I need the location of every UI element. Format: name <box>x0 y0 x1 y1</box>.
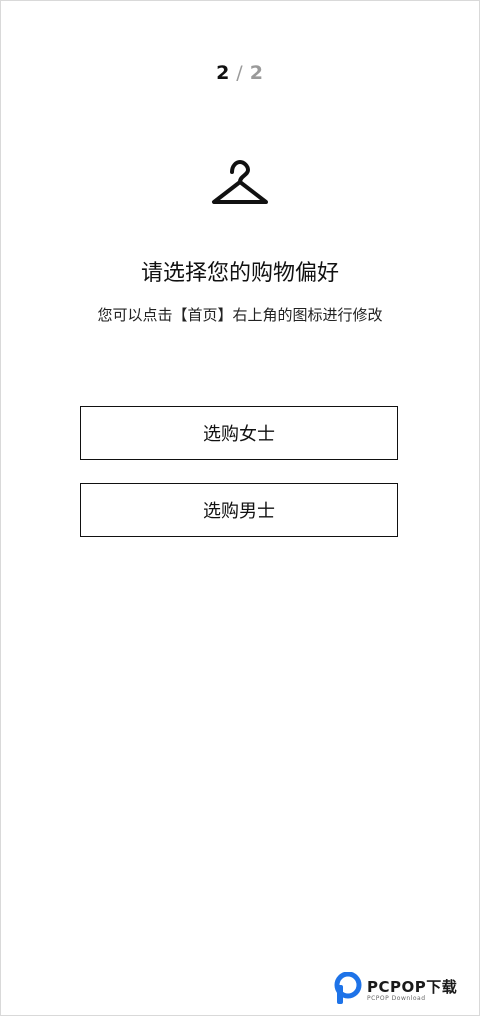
pcpop-logo-icon <box>334 972 362 1004</box>
hanger-icon <box>212 160 268 204</box>
step-current: 2 <box>216 62 231 84</box>
step-separator: / <box>236 62 244 84</box>
watermark-brand: PCPOP下载 <box>367 978 458 996</box>
shop-men-button[interactable]: 选购男士 <box>80 483 398 537</box>
page-title: 请选择您的购物偏好 <box>140 261 339 286</box>
shop-women-button[interactable]: 选购女士 <box>80 406 398 460</box>
step-total: 2 <box>249 62 264 84</box>
watermark-subtext: PCPOP Download <box>367 995 426 1002</box>
step-indicator: 2/2 <box>0 62 480 84</box>
watermark: PCPOP下载 PCPOP Download <box>333 970 479 1010</box>
page-subtitle: 您可以点击【首页】右上角的图标进行修改 <box>97 306 383 324</box>
